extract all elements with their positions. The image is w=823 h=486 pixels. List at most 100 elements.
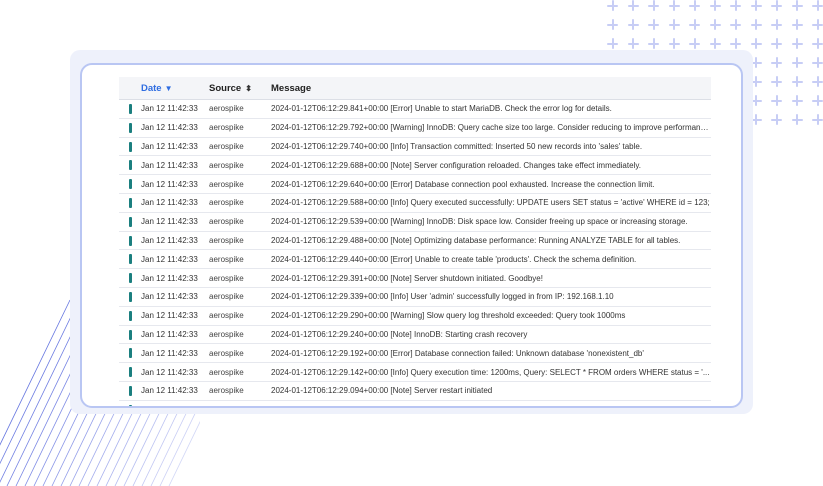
table-row[interactable]: Jan 12 11:42:33aerospike2024-01-12T06:12… — [119, 99, 711, 119]
table-row[interactable]: Jan 12 11:42:33aerospike2024-01-12T06:12… — [119, 118, 711, 138]
date-cell: Jan 12 11:42:33 — [119, 400, 200, 406]
table-row[interactable]: Jan 12 11:42:33aerospike2024-01-12T06:12… — [119, 306, 711, 326]
source-cell: aerospike — [200, 155, 262, 176]
plus-icon — [607, 19, 618, 30]
date-cell: Jan 12 11:42:33 — [119, 343, 200, 364]
page: Date ▼ Source ⬍ Message Jan 12 11:42:33 aer… — [0, 0, 823, 486]
stripe-line — [0, 299, 71, 446]
table-row[interactable]: Jan 12 11:42:33aerospike2024-01-12T06:12… — [119, 155, 711, 176]
plus-icon — [791, 38, 803, 49]
source-cell: aerospike — [200, 325, 262, 345]
date-cell: Jan 12 11:42:33 — [119, 137, 200, 157]
plus-icon — [750, 19, 762, 30]
source-cell: aerospike — [200, 212, 262, 232]
date-text: Jan 12 11:42:33 — [141, 179, 198, 189]
log-table-container: Date ▼ Source ⬍ Message Jan 12 11:42:33 aer… — [119, 77, 711, 406]
caret-down-icon: ▼ — [164, 83, 173, 93]
date-text: Jan 12 11:42:33 — [141, 273, 198, 283]
source-cell: aerospike — [200, 400, 262, 406]
plus-icon — [648, 19, 659, 30]
plus-icon — [689, 19, 700, 30]
plus-icon — [791, 19, 803, 30]
plus-icon — [791, 57, 803, 68]
date-cell: Jan 12 11:42:33 — [119, 212, 200, 232]
table-row[interactable]: Jan 12 11:42:33aerospike2024-01-12T06:12… — [119, 400, 711, 406]
plus-icon — [771, 19, 782, 30]
log-level-marker-icon — [129, 348, 132, 359]
table-row[interactable]: Jan 12 11:42:33aerospike2024-01-12T06:12… — [119, 231, 711, 251]
date-text: Jan 12 11:42:33 — [141, 217, 198, 227]
date-text: Jan 12 11:42:33 — [141, 329, 198, 339]
message-cell: 2024-01-12T06:12:29.792+00:00 [Warning] … — [262, 118, 711, 138]
message-cell: 2024-01-12T06:12:29.588+00:00 [Info] Que… — [262, 193, 711, 213]
date-cell: Jan 12 11:42:33 — [119, 118, 200, 138]
table-row[interactable]: Jan 12 11:42:33aerospike2024-01-12T06:12… — [119, 381, 711, 401]
plus-icon — [709, 19, 721, 30]
table-row[interactable]: Jan 12 11:42:33aerospike2024-01-12T06:12… — [119, 249, 711, 270]
plus-icon — [750, 0, 762, 11]
source-cell: aerospike — [200, 99, 262, 119]
message-cell: 2024-01-12T06:12:29.488+00:00 [Note] Opt… — [262, 231, 711, 251]
plus-icon — [812, 0, 823, 11]
source-cell: aerospike — [200, 174, 262, 194]
log-level-marker-icon — [129, 404, 132, 406]
log-level-marker-icon — [129, 179, 132, 190]
table-row[interactable]: Jan 12 11:42:33aerospike2024-01-12T06:12… — [119, 325, 711, 345]
message-cell: 2024-01-12T06:12:29.539+00:00 [Warning] … — [262, 212, 711, 232]
plus-icon — [607, 38, 618, 49]
column-header-date[interactable]: Date ▼ — [119, 77, 200, 100]
table-row[interactable]: Jan 12 11:42:33aerospike2024-01-12T06:12… — [119, 268, 711, 288]
date-cell: Jan 12 11:42:33 — [119, 99, 200, 119]
date-cell: Jan 12 11:42:33 — [119, 155, 200, 176]
source-cell: aerospike — [200, 306, 262, 326]
plus-icon — [750, 38, 762, 49]
plus-icon — [648, 38, 659, 49]
column-header-source[interactable]: Source ⬍ — [200, 77, 262, 100]
table-row[interactable]: Jan 12 11:42:33aerospike2024-01-12T06:12… — [119, 212, 711, 232]
table-row[interactable]: Jan 12 11:42:33aerospike2024-01-12T06:12… — [119, 193, 711, 213]
source-cell: aerospike — [200, 287, 262, 307]
source-cell: aerospike — [200, 231, 262, 251]
log-level-marker-icon — [129, 310, 132, 321]
log-level-marker-icon — [129, 291, 132, 302]
plus-icon — [689, 38, 700, 49]
plus-icon — [730, 38, 741, 49]
source-cell: aerospike — [200, 249, 262, 270]
sort-icon: ⬍ — [245, 83, 252, 93]
message-cell: 2024-01-12T06:12:29.094+00:00 [Note] Ser… — [262, 381, 711, 401]
plus-icon — [627, 0, 639, 11]
plus-icon — [668, 38, 680, 49]
table-row[interactable]: Jan 12 11:42:33aerospike2024-01-12T06:12… — [119, 362, 711, 382]
table-row[interactable]: Jan 12 11:42:33aerospike2024-01-12T06:12… — [119, 343, 711, 364]
date-cell: Jan 12 11:42:33 — [119, 362, 200, 382]
table-row[interactable]: Jan 12 11:42:33aerospike2024-01-12T06:12… — [119, 174, 711, 194]
date-text: Jan 12 11:42:33 — [141, 141, 198, 151]
message-cell: 2024-01-12T06:12:29.043+00:00 [Error] Co… — [262, 400, 711, 406]
plus-icon — [791, 114, 803, 125]
source-cell: aerospike — [200, 137, 262, 157]
plus-icon — [709, 38, 721, 49]
plus-icon — [771, 76, 782, 87]
log-level-marker-icon — [129, 122, 132, 133]
plus-icon — [812, 38, 823, 49]
date-cell: Jan 12 11:42:33 — [119, 231, 200, 251]
table-row[interactable]: Jan 12 11:42:33aerospike2024-01-12T06:12… — [119, 287, 711, 307]
plus-icon — [812, 19, 823, 30]
table-row[interactable]: Jan 12 11:42:33aerospike2024-01-12T06:12… — [119, 137, 711, 157]
message-cell: 2024-01-12T06:12:29.142+00:00 [Info] Que… — [262, 362, 711, 382]
column-header-date-label: Date — [141, 82, 162, 94]
log-level-marker-icon — [129, 385, 132, 396]
message-cell: 2024-01-12T06:12:29.339+00:00 [Info] Use… — [262, 287, 711, 307]
date-cell: Jan 12 11:42:33 — [119, 174, 200, 194]
log-level-marker-icon — [129, 141, 132, 152]
date-text: Jan 12 11:42:33 — [141, 386, 198, 396]
source-cell: aerospike — [200, 362, 262, 382]
table-header: Date ▼ Source ⬍ Message — [119, 77, 711, 100]
message-cell: 2024-01-12T06:12:29.290+00:00 [Warning] … — [262, 306, 711, 326]
plus-icon — [730, 19, 741, 30]
date-cell: Jan 12 11:42:33 — [119, 381, 200, 401]
date-text: Jan 12 11:42:33 — [141, 160, 198, 170]
plus-icon — [812, 114, 823, 125]
date-text: Jan 12 11:42:33 — [141, 348, 198, 358]
column-header-source-label: Source — [209, 82, 242, 94]
